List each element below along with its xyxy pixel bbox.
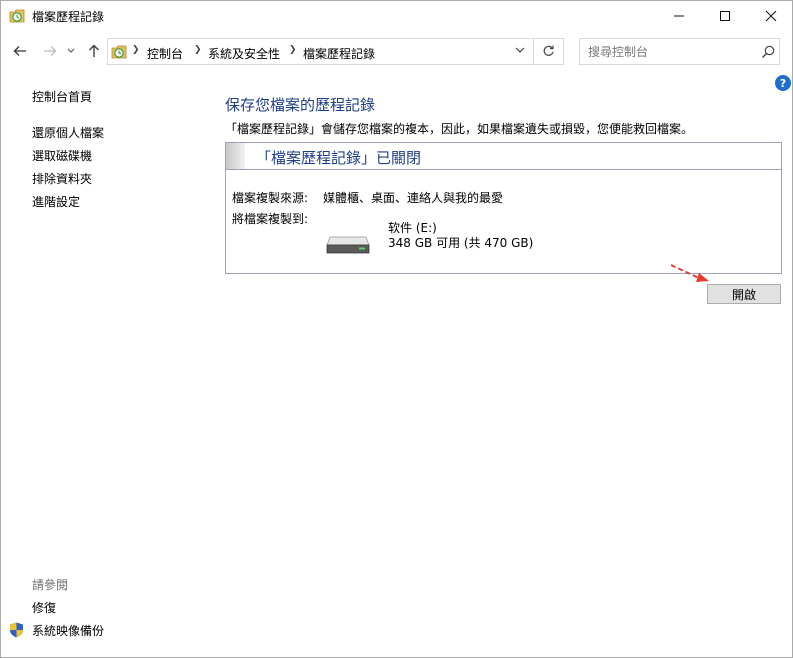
- help-button[interactable]: ?: [775, 75, 791, 91]
- title-bar: 檔案歷程記錄: [1, 1, 792, 31]
- maximize-button[interactable]: [702, 1, 748, 31]
- forward-arrow-icon: [44, 46, 57, 56]
- refresh-button[interactable]: [534, 38, 564, 65]
- refresh-icon: [543, 45, 554, 56]
- up-arrow-icon: [89, 44, 99, 57]
- page-description: 「檔案歷程記錄」會儲存您檔案的複本，因此，如果檔案遺失或損毀，您便能救回檔案。: [225, 122, 694, 136]
- status-text: 「檔案歷程記錄」已關閉: [256, 149, 422, 167]
- window-title: 檔案歷程記錄: [32, 10, 105, 24]
- copy-source-label: 檔案複製來源:: [232, 191, 309, 205]
- chevron-down-icon: [67, 48, 75, 53]
- sidebar-item-control-panel-home[interactable]: 控制台首頁: [32, 88, 92, 105]
- sidebar-item-restore-personal-files[interactable]: 還原個人檔案: [32, 124, 104, 141]
- sidebar-item-select-drive[interactable]: 選取磁碟機: [32, 147, 92, 164]
- breadcrumb-system-security[interactable]: 系統及安全性: [208, 45, 280, 62]
- search-input[interactable]: [580, 39, 755, 64]
- back-button[interactable]: [11, 42, 29, 60]
- up-button[interactable]: [85, 42, 103, 60]
- recent-locations-button[interactable]: [65, 42, 77, 60]
- sidebar-item-advanced-settings[interactable]: 進階設定: [32, 193, 80, 210]
- shield-icon: [10, 622, 23, 638]
- breadcrumb-control-panel[interactable]: 控制台: [147, 45, 183, 62]
- file-history-icon: [111, 45, 127, 59]
- maximize-icon: [720, 11, 730, 21]
- copy-destination-label: 將檔案複製到:: [232, 212, 309, 226]
- drive-space: 348 GB 可用 (共 470 GB): [388, 236, 534, 250]
- forward-button[interactable]: [41, 42, 59, 60]
- see-also-heading: 請參閱: [32, 578, 69, 592]
- minimize-button[interactable]: [656, 1, 702, 31]
- close-button[interactable]: [748, 1, 793, 31]
- annotation-arrow-icon: [670, 264, 709, 282]
- sidebar-item-exclude-folders[interactable]: 排除資料夾: [32, 170, 92, 187]
- address-bar[interactable]: ❯ 控制台 ❯ 系統及安全性 ❯ 檔案歷程記錄: [107, 38, 534, 65]
- see-also-system-image-backup-link[interactable]: 系統映像備份: [32, 622, 104, 639]
- status-panel-header: 「檔案歷程記錄」已關閉: [226, 143, 781, 170]
- breadcrumb-separator[interactable]: ❯: [194, 45, 202, 55]
- turn-on-button[interactable]: 開啟: [707, 284, 781, 304]
- back-arrow-icon: [13, 46, 26, 56]
- see-also-recovery-link[interactable]: 修復: [32, 599, 56, 616]
- chevron-down-icon: [515, 47, 525, 53]
- status-indicator-bar: [226, 143, 245, 169]
- copy-source-value: 媒體櫃、桌面、連絡人與我的最愛: [323, 191, 504, 205]
- address-dropdown-button[interactable]: [511, 44, 529, 60]
- file-history-window: 檔案歷程記錄 ❯ 控制台 ❯ 系統及安全性 ❯ 檔案歷程記錄 搜尋控制台 ? 控…: [0, 0, 793, 658]
- hard-drive-icon: [326, 236, 370, 254]
- file-history-icon: [9, 9, 25, 23]
- minimize-icon: [674, 15, 684, 17]
- close-icon: [765, 10, 777, 22]
- breadcrumb-separator[interactable]: ❯: [289, 45, 297, 55]
- breadcrumb-file-history[interactable]: 檔案歷程記錄: [303, 45, 375, 62]
- page-title: 保存您檔案的歷程記錄: [225, 96, 376, 114]
- breadcrumb-separator[interactable]: ❯: [132, 45, 140, 55]
- status-panel: 「檔案歷程記錄」已關閉 檔案複製來源: 媒體櫃、桌面、連絡人與我的最愛 將檔案複…: [225, 142, 782, 274]
- search-icon[interactable]: [760, 44, 776, 60]
- search-box[interactable]: [579, 38, 780, 65]
